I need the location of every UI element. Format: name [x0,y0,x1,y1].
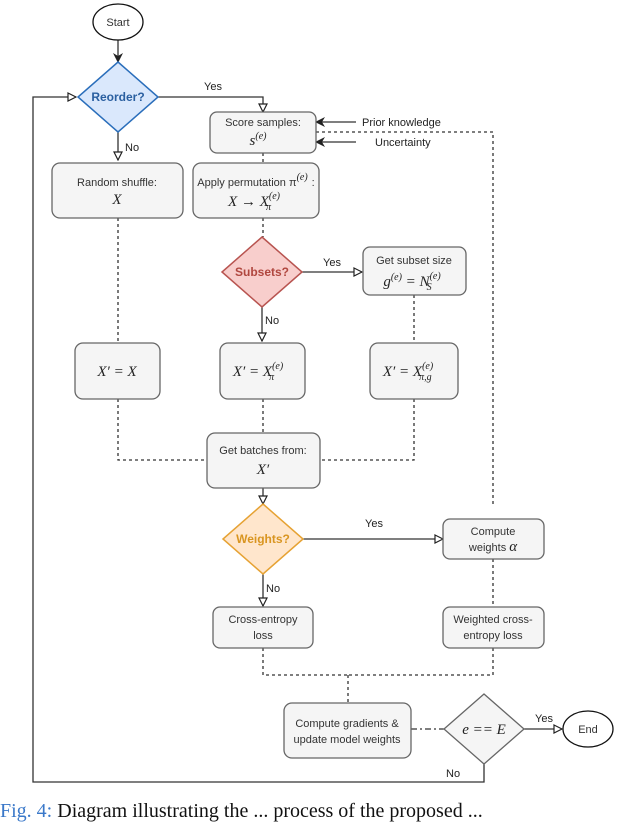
cross-entropy-box: Cross-entropy loss [212,606,314,649]
x-equals-xpi-box: X′ = X(e) π [219,342,306,400]
x-equals-x-box: X′ = X [74,342,161,400]
apply-permutation-sup: (e) [297,172,309,183]
compute-gradients-line2: update model weights [293,734,401,746]
compute-weights-line2: weights [468,542,507,554]
apply-permutation-math-sup: (e) [269,191,281,202]
subset-size-lhs-sup: (e) [391,272,403,283]
uncertainty-label: Uncertainty [375,137,431,149]
subset-size-box: Get subset size g(e) = N(e) S [362,246,467,296]
figure-caption: Fig. 4: Diagram illustrating the ... pro… [0,800,483,823]
score-sup: (e) [255,131,267,142]
edge-wce-merge [348,648,494,676]
alpha-symbol: α [509,539,518,555]
apply-permutation-box: Apply permutation π(e): X → X(e) π [192,162,320,219]
get-batches-title: Get batches from: [219,445,306,457]
compute-weights-line1: Compute [471,526,516,538]
score-samples-title: Score samples: [225,117,301,129]
weighted-ce-line2: entropy loss [463,630,523,642]
apply-permutation-title: Apply permutation π [197,177,297,189]
cross-entropy-line2: loss [253,630,273,642]
x-equals-x-math: X′ = X [96,364,137,380]
svg-text:X′ = X(e)π,g: X′ = X(e) π,g [382,361,434,383]
compute-gradients-line1: Compute gradients & [295,718,399,730]
x-equals-xpig-lhs: X′ = X [382,364,423,380]
start-node: Start [92,3,144,41]
edge-xeqx-batches [117,399,207,461]
random-shuffle-box: Random shuffle: X [51,162,184,219]
reorder-no-label: No [125,142,139,154]
reorder-yes-label: Yes [204,81,222,93]
subset-size-sup: (e) [430,271,442,282]
apply-permutation-colon: : [312,177,315,189]
subsets-yes-label: Yes [323,257,341,269]
subsets-decision: Subsets? [220,236,304,308]
random-shuffle-math: X [111,192,122,208]
x-equals-xpi-sup: (e) [272,361,284,372]
weights-yes-label: Yes [365,518,383,530]
weighted-cross-entropy-box: Weighted cross- entropy loss [442,606,545,649]
epoch-check-label: e == E [462,722,506,738]
random-shuffle-title: Random shuffle: [77,177,157,189]
x-equals-xpig-sup: (e) [422,361,434,372]
edge-reorder-yes [158,96,263,112]
subset-size-sub: S [427,282,432,293]
score-samples-box: Score samples: s(e) [209,111,317,154]
weights-label: Weights? [236,532,290,546]
prior-knowledge-label: Prior knowledge [362,117,441,129]
subsets-no-label: No [265,315,279,327]
compute-weights-box: Compute weights α [442,518,545,560]
weights-no-label: No [266,583,280,595]
subset-size-title: Get subset size [376,255,452,267]
figure-reference[interactable]: Fig. 4: [0,800,52,822]
edge-ce-merge [262,648,348,676]
end-label: End [578,724,598,736]
edge-score-loop [316,131,494,505]
get-batches-math: X′ [256,462,270,478]
x-equals-xpi-lhs: X′ = X [232,364,273,380]
caption-text: Diagram illustrating the ... process of … [52,800,483,822]
edge-xpig-batches [320,399,415,461]
cross-entropy-line1: Cross-entropy [228,614,298,626]
x-equals-xpig-sub: π,g [419,372,432,383]
start-label: Start [106,17,129,29]
reorder-decision: Reorder? [76,61,160,133]
subsets-label: Subsets? [235,265,289,279]
apply-permutation-math: X → X [227,194,270,210]
end-node: End [562,710,614,748]
epoch-yes-label: Yes [535,713,553,725]
weighted-ce-line1: Weighted cross- [453,614,533,626]
weights-decision: Weights? [221,503,305,575]
epoch-check-decision: e == E [443,693,525,765]
compute-gradients-box: Compute gradients & update model weights [283,702,412,759]
x-equals-xpig-box: X′ = X(e) π,g [369,342,459,400]
get-batches-box: Get batches from: X′ [206,432,321,489]
flowchart: Start Reorder? Yes No Score samples: s(e… [32,3,614,783]
svg-text:weightsα: weights α [468,539,518,555]
epoch-no-label: No [446,768,460,780]
reorder-label: Reorder? [91,90,144,104]
